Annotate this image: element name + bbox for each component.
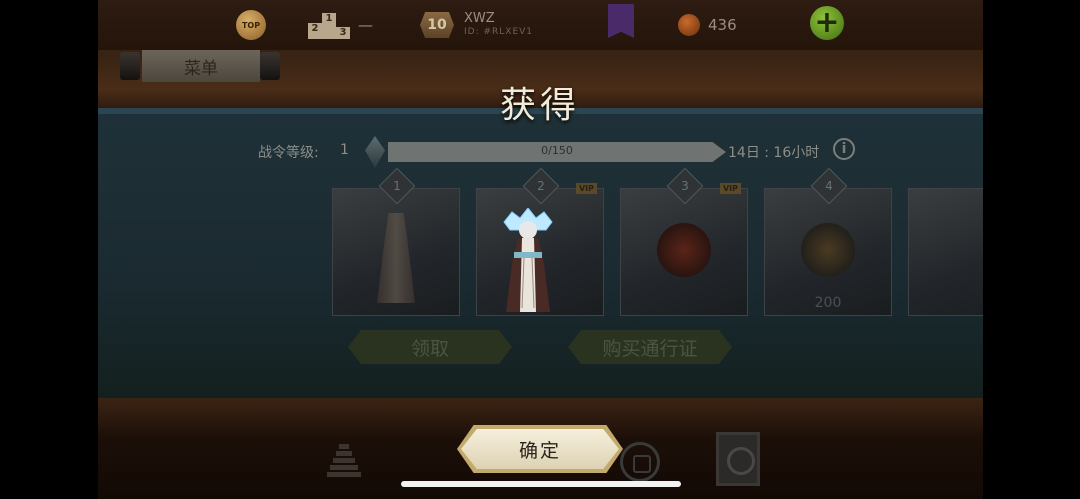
obtain-title: 获得 <box>499 85 580 126</box>
clan-banner-button[interactable] <box>608 4 634 38</box>
podium-icon: 2 1 3 <box>308 11 352 39</box>
amulet-icon <box>801 223 855 277</box>
vip-badge: VIP <box>719 183 741 194</box>
card-number: 3 <box>681 179 689 193</box>
plus-icon: + <box>810 6 844 40</box>
gem-icon <box>365 136 385 168</box>
home-indicator[interactable] <box>401 481 681 487</box>
player-id: ID: #RLXEV1 <box>464 27 534 37</box>
player-info: XWZ ID: #RLXEV1 <box>464 12 533 38</box>
scroll-icon[interactable] <box>716 432 760 486</box>
card-number: 2 <box>537 179 545 193</box>
podium-first: 1 <box>322 13 336 39</box>
confirm-button[interactable]: 确定 <box>461 429 619 469</box>
reward-card-5[interactable] <box>908 188 983 316</box>
card-number-badge: 2 <box>522 167 560 205</box>
player-name: XWZ <box>464 11 495 26</box>
emblem-icon <box>657 223 711 277</box>
level-badge: 10 <box>420 12 454 38</box>
season-timer: 14日 : 16小时 <box>728 145 820 161</box>
pagoda-icon[interactable] <box>326 444 362 486</box>
reward-card-1[interactable]: 1 <box>332 167 460 316</box>
add-currency-button[interactable]: + <box>810 6 844 40</box>
card-number: 1 <box>393 179 401 193</box>
rank-value: — <box>358 16 373 34</box>
currency-amount: 436 <box>708 16 737 34</box>
reward-quantity: 200 <box>814 295 842 311</box>
reward-card-3[interactable]: 3 VIP <box>620 167 748 316</box>
currency-display: 436 <box>678 10 737 40</box>
reward-card-4[interactable]: 4 200 <box>764 167 892 316</box>
ruby-coin-icon <box>678 14 700 36</box>
top-bar: TOP 2 1 3 — 10 XWZ ID: #RLXEV1 436 + <box>98 0 983 50</box>
top-badge-icon: TOP <box>236 10 266 40</box>
claim-button[interactable]: 领取 <box>348 330 512 364</box>
pass-rank-label: 战令等级: <box>258 145 319 161</box>
buy-pass-button[interactable]: 购买通行证 <box>568 330 732 364</box>
card-number-badge: 1 <box>378 167 416 205</box>
robe-icon <box>377 213 415 303</box>
card-number-badge: 4 <box>810 167 848 205</box>
xp-progress-text: 0/150 <box>541 144 573 157</box>
podium-third: 3 <box>336 27 350 39</box>
shop-coin-icon[interactable] <box>620 442 660 482</box>
card-number-badge: 3 <box>666 167 704 205</box>
robe-reward-icon <box>503 208 553 312</box>
xp-progress-bar: 0/150 <box>388 142 726 162</box>
info-icon[interactable]: i <box>833 138 855 160</box>
card-number: 4 <box>825 179 833 193</box>
vip-badge: VIP <box>575 183 597 194</box>
leaderboard-top-button[interactable]: TOP <box>236 10 266 40</box>
player-profile[interactable]: 10 XWZ ID: #RLXEV1 <box>420 10 533 40</box>
pass-rank-value: 1 <box>340 142 349 158</box>
ranking-button[interactable]: 2 1 3 — <box>308 10 373 40</box>
podium-second: 2 <box>308 23 322 39</box>
clan-banner-icon <box>608 4 634 38</box>
